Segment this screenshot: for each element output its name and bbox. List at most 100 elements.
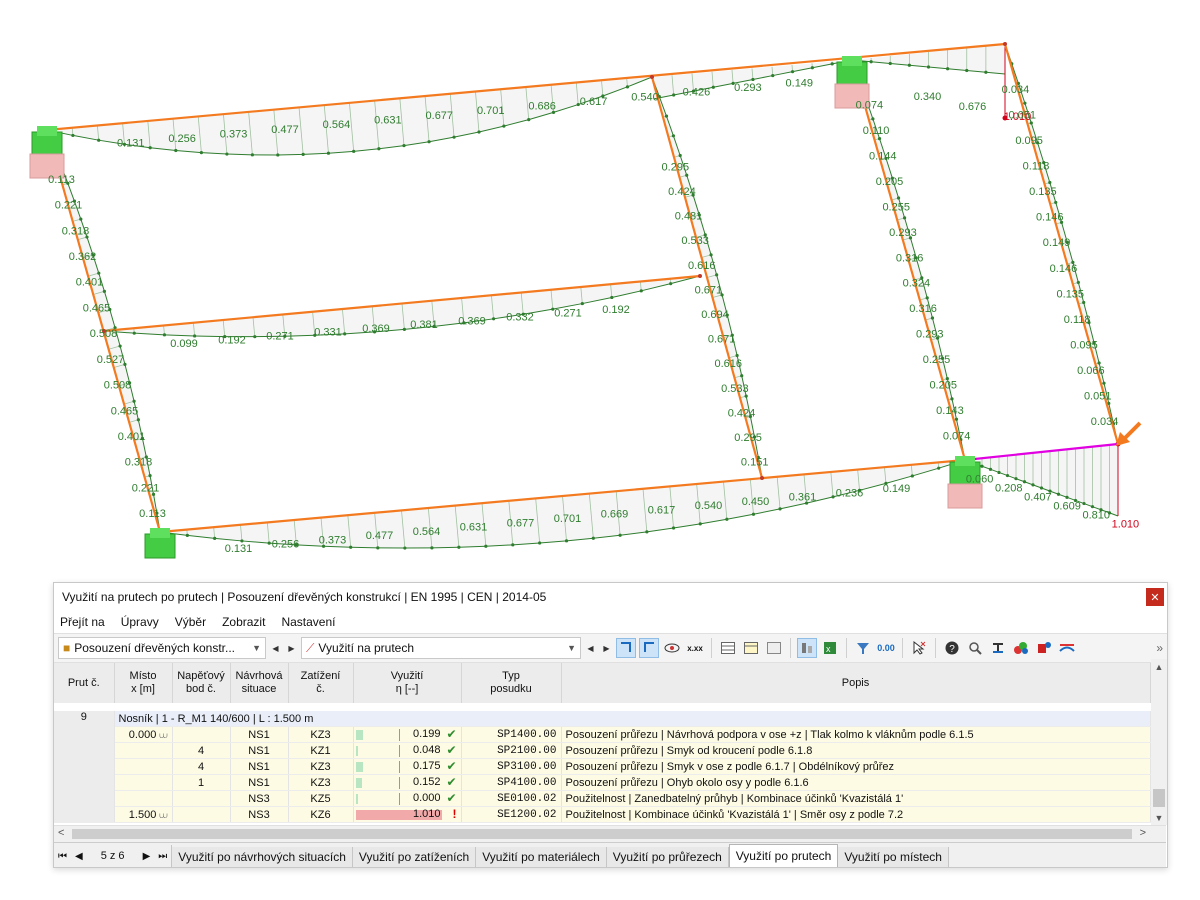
bottom-beam-label: 0.631 — [460, 522, 488, 534]
tab-loadings[interactable]: Využití po zatíženích — [352, 847, 477, 867]
col-member[interactable]: Prut č. — [54, 663, 115, 703]
prev-arrow-icon[interactable]: ◀ — [584, 644, 597, 653]
diagram-middle-point — [193, 334, 197, 338]
excel-export-icon[interactable]: x — [820, 638, 840, 658]
cell-location: 0.000 ⩊ — [114, 726, 173, 743]
view-select[interactable]: ⟋ Využití na prutech ▼ — [301, 637, 581, 659]
show-eye-icon[interactable] — [662, 638, 682, 658]
top-beam-label: 0.293 — [734, 82, 762, 94]
values-xxx-icon[interactable]: x.xx — [685, 638, 705, 658]
column-2-label: 0.671 — [708, 334, 736, 346]
menu-edit[interactable]: Úpravy — [121, 615, 159, 629]
table-header: Prut č. Místo x [m] Napěťový bod č. Návrho… — [54, 663, 1151, 703]
module-select[interactable]: ■ Posouzení dřevěných konstr... ▼ — [58, 637, 266, 659]
table-row[interactable]: 0.000 ⩊ NS1 KZ3 0.199 ✔ SP1400.00 Posouzení pr… — [54, 726, 1151, 743]
tab-members[interactable]: Využití po prutech — [728, 844, 839, 867]
column-layout-icon[interactable] — [797, 638, 817, 658]
table-export-icon[interactable] — [741, 638, 761, 658]
vertical-scrollbar[interactable]: ▲ ▼ — [1151, 659, 1167, 825]
diagram-member9-point — [1014, 477, 1018, 481]
close-button[interactable]: ✕ — [1146, 588, 1164, 606]
scroll-right-icon[interactable]: > — [1140, 827, 1146, 839]
col-check-type[interactable]: Typ posudku — [461, 663, 562, 703]
col-utilization[interactable]: Využití η [--] — [353, 663, 462, 703]
table-icon[interactable] — [718, 638, 738, 658]
column-2-label: 0.616 — [714, 358, 742, 370]
diagram-middle-point — [343, 332, 347, 336]
table-row[interactable]: 1.500 ⩊ NS3 KZ6 1.010! SE1200.02 Použitelnost… — [54, 806, 1151, 823]
horizontal-scrollbar[interactable]: < > — [54, 825, 1166, 842]
tab-sections[interactable]: Využití po průřezech — [606, 847, 729, 867]
bottom-beam-label: 0.677 — [507, 517, 535, 529]
menu-selection[interactable]: Výběr — [175, 615, 206, 629]
tab-materials[interactable]: Využití po materiálech — [476, 847, 607, 867]
top-right-label: 0.676 — [959, 101, 987, 113]
left-column-label: 0.221 — [55, 200, 83, 212]
col-loading[interactable]: Zatížení č. — [288, 663, 354, 703]
checkmark-icon: ✔ — [446, 759, 457, 773]
column-3-label: 0.293 — [889, 227, 917, 239]
select-back-icon[interactable] — [639, 638, 659, 658]
diagram-bottom-point — [430, 546, 434, 550]
table-row[interactable]: 1 NS1 KZ3 0.152 ✔ SP4100.00 Posouzení průřezu … — [54, 774, 1151, 791]
results-table: Prut č. Místo x [m] Napěťový bod č. Návrho… — [54, 663, 1151, 823]
hscroll-thumb[interactable] — [72, 829, 1132, 839]
next-page-icon[interactable]: ▶ — [143, 851, 151, 862]
col-stress-point[interactable]: Napěťový bod č. — [172, 663, 231, 703]
diagram-middle-point — [491, 317, 496, 321]
zero-values-icon[interactable]: 0.00 — [876, 638, 896, 658]
column-4-label: 0.149 — [1043, 237, 1071, 249]
member-group-row[interactable]: 9 Nosník | 1 - R_M1 140/600 | L : 1.500 … — [54, 711, 1151, 823]
scroll-thumb[interactable] — [1153, 789, 1165, 807]
col-design-situation[interactable]: Návrhová situace — [230, 663, 289, 703]
top-right-label: 0.340 — [914, 91, 942, 103]
model-viewport[interactable]: 0.131 0.256 0.373 0.477 0.564 0.631 0.677 0.701… — [0, 0, 1200, 580]
cell-check-type: SP1400.00 — [461, 726, 562, 743]
table-row[interactable]: 4 NS1 KZ1 0.048 ✔ SP2100.00 Posouzení průřezu … — [54, 742, 1151, 759]
cell-check-type: SE0100.02 — [461, 790, 562, 807]
diagram-member9-point — [1065, 495, 1069, 499]
members-info-icon[interactable] — [1034, 638, 1054, 658]
col-description[interactable]: Popis — [561, 663, 1151, 703]
tab-locations[interactable]: Využití po místech — [838, 847, 949, 867]
table-row[interactable]: NS3 KZ5 0.000 ✔ SE0100.02 Použitelnost | Zane… — [54, 790, 1151, 807]
last-page-icon[interactable]: ⏭ — [158, 851, 167, 862]
diagram-left-col-point — [118, 344, 122, 348]
table-row[interactable]: 4 NS1 KZ3 0.175 ✔ SP3100.00 Posouzení průřezu … — [54, 758, 1151, 775]
tab-design-situations[interactable]: Využití po návrhových situacích — [172, 847, 353, 867]
select-cursor-icon[interactable] — [909, 638, 929, 658]
cell-location — [114, 742, 173, 759]
diagram-member9-point — [997, 470, 1001, 475]
menu-goto[interactable]: Přejít na — [60, 615, 105, 629]
prev-arrow-icon[interactable]: ◀ — [269, 644, 282, 653]
first-page-icon[interactable]: ⏮ — [58, 851, 67, 862]
diagram-col3-point — [896, 196, 901, 200]
filter-icon[interactable] — [853, 638, 873, 658]
diagram-left-col-point — [79, 217, 83, 221]
cell-situation: NS1 — [230, 742, 289, 759]
scroll-down-icon[interactable]: ▼ — [1151, 813, 1167, 823]
diagram-bottom-point — [213, 536, 217, 540]
search-icon[interactable] — [965, 638, 985, 658]
table-filter-icon[interactable] — [764, 638, 784, 658]
section-icon[interactable] — [988, 638, 1008, 658]
select-forward-icon[interactable] — [616, 638, 636, 658]
menu-view[interactable]: Zobrazit — [222, 615, 265, 629]
scroll-up-icon[interactable]: ▲ — [1151, 662, 1167, 672]
materials-info-icon[interactable] — [1011, 638, 1031, 658]
view-select-value: Využití na prutech — [318, 641, 415, 655]
diagram-top-left-point — [199, 151, 203, 155]
prev-page-icon[interactable]: ◀ — [75, 851, 83, 862]
bottom-beam-label: 0.236 — [836, 487, 864, 499]
scroll-left-icon[interactable]: < — [58, 827, 64, 839]
toolbar-overflow-icon[interactable]: » — [1156, 641, 1163, 655]
help-icon[interactable]: ? — [942, 638, 962, 658]
member9-label: 0.407 — [1024, 492, 1052, 504]
next-arrow-icon[interactable]: ▶ — [285, 644, 298, 653]
menu-settings[interactable]: Nastavení — [281, 615, 335, 629]
col-location[interactable]: Místo x [m] — [114, 663, 173, 703]
diagram-icon[interactable] — [1057, 638, 1077, 658]
column-4-label: 0.146 — [1036, 212, 1064, 224]
diagram-middle-point — [253, 335, 257, 339]
next-arrow-icon[interactable]: ▶ — [600, 644, 613, 653]
